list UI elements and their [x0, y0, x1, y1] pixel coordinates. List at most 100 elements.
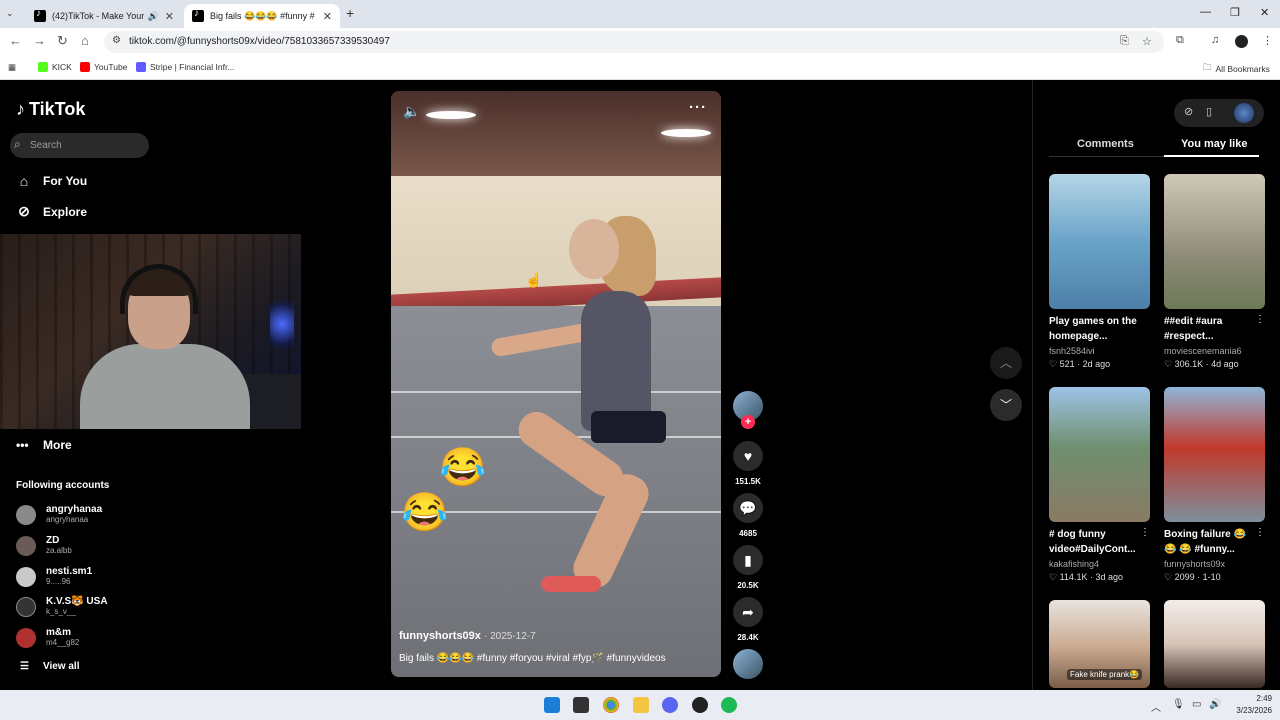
- microphone-icon[interactable]: 🎙: [1172, 699, 1185, 710]
- tab-you-may-like[interactable]: You may like: [1181, 138, 1247, 150]
- video-card[interactable]: [1164, 600, 1265, 688]
- video-card[interactable]: Fake knife prank😂: [1049, 600, 1150, 688]
- browser-menu-icon[interactable]: ⋮: [1262, 34, 1273, 47]
- url-text[interactable]: tiktok.com/@funnyshorts09x/video/7581033…: [129, 36, 390, 47]
- tiktok-logo[interactable]: ♪ TikTok: [16, 99, 85, 120]
- card-more-icon[interactable]: ⋮: [1255, 314, 1265, 325]
- site-info-icon[interactable]: ⚙: [112, 35, 121, 46]
- video-card[interactable]: ##edit #aura #respect... ⋮ moviesceneman…: [1164, 174, 1265, 370]
- card-more-icon[interactable]: ⋮: [1255, 527, 1265, 538]
- new-tab-button[interactable]: +: [346, 5, 354, 21]
- back-icon[interactable]: ←: [9, 33, 22, 48]
- video-thumbnail[interactable]: [1164, 600, 1265, 688]
- avatar: [16, 566, 36, 587]
- previous-video-button[interactable]: ︿: [990, 347, 1022, 379]
- music-disc[interactable]: [733, 649, 763, 679]
- list-icon: ☰: [20, 661, 29, 672]
- card-title[interactable]: Boxing failure 😂 😂 😂 #funny...: [1164, 527, 1254, 557]
- follow-plus-button[interactable]: +: [741, 415, 755, 429]
- system-clock[interactable]: 2:49 3/23/2026: [1228, 693, 1272, 717]
- video-thumbnail[interactable]: [1164, 174, 1265, 309]
- chrome-icon[interactable]: [603, 697, 619, 713]
- profile-avatar[interactable]: [1235, 35, 1248, 48]
- profile-avatar[interactable]: [1234, 103, 1254, 123]
- close-tab-icon[interactable]: ✕: [323, 10, 332, 23]
- save-button[interactable]: ▮ 20.5K: [733, 545, 763, 590]
- discord-icon[interactable]: [662, 697, 678, 713]
- display-icon[interactable]: ▭: [1192, 699, 1201, 710]
- nav-more[interactable]: ••• More: [16, 438, 72, 452]
- comment-button[interactable]: 💬 4685: [733, 493, 763, 538]
- home-icon[interactable]: ⌂: [81, 33, 89, 48]
- video-thumbnail[interactable]: [1049, 174, 1150, 309]
- share-button[interactable]: ➦ 28.4K: [733, 597, 763, 642]
- video-thumbnail[interactable]: [1164, 387, 1265, 522]
- tab-search-icon[interactable]: ⌄: [6, 8, 14, 19]
- search-box[interactable]: ⌕: [10, 133, 149, 158]
- all-bookmarks[interactable]: 🗀 All Bookmarks: [1203, 62, 1270, 76]
- card-title[interactable]: # dog funny video#DailyCont...: [1049, 527, 1139, 557]
- bookmark-youtube[interactable]: YouTube: [80, 62, 127, 72]
- restore-icon[interactable]: ❐: [1230, 6, 1240, 19]
- card-author[interactable]: fsnh2584ivi: [1049, 346, 1150, 356]
- account-item[interactable]: angryhanaa angryhanaa: [16, 504, 102, 525]
- reload-icon[interactable]: ↻: [57, 33, 68, 49]
- apps-grid-icon[interactable]: ▦: [8, 62, 16, 73]
- video-card[interactable]: Boxing failure 😂 😂 😂 #funny... ⋮ funnysh…: [1164, 387, 1265, 583]
- volume-icon[interactable]: 🔈: [403, 103, 420, 120]
- card-author[interactable]: funnyshorts09x: [1164, 559, 1265, 569]
- video-author[interactable]: funnyshorts09x · 2025-12-7: [399, 630, 536, 642]
- author-name[interactable]: funnyshorts09x: [399, 630, 481, 642]
- card-author[interactable]: kakafishing4: [1049, 559, 1150, 569]
- address-bar[interactable]: ⚙ tiktok.com/@funnyshorts09x/video/75810…: [104, 31, 1164, 53]
- extensions-icon[interactable]: ⧉: [1176, 34, 1184, 47]
- audio-icon[interactable]: 🔊: [148, 11, 159, 22]
- video-card[interactable]: Play games on the homepage... fsnh2584iv…: [1049, 174, 1150, 370]
- tab-comments[interactable]: Comments: [1077, 138, 1134, 150]
- nav-explore[interactable]: ⊘ Explore: [16, 203, 87, 220]
- task-view-icon[interactable]: [573, 697, 589, 713]
- install-app-icon[interactable]: ⎘: [1120, 35, 1129, 48]
- nav-label: More: [43, 438, 72, 452]
- minimize-icon[interactable]: —: [1200, 6, 1211, 18]
- account-item[interactable]: nesti.sm1 9.....96: [16, 566, 92, 587]
- thumbnail-caption: Fake knife prank😂: [1067, 669, 1143, 680]
- windows-start-icon[interactable]: [544, 697, 560, 713]
- bookmark-stripe[interactable]: Stripe | Financial Infr...: [136, 62, 234, 72]
- account-item[interactable]: ZD za.albb: [16, 535, 72, 556]
- tray-overflow-icon[interactable]: ︿: [1151, 699, 1161, 714]
- kick-icon: [38, 62, 48, 72]
- video-thumbnail[interactable]: Fake knife prank😂: [1049, 600, 1150, 688]
- search-input[interactable]: [28, 137, 143, 154]
- video-card[interactable]: # dog funny video#DailyCont... ⋮ kakafis…: [1049, 387, 1150, 583]
- video-player[interactable]: 😂 😂 🔈 ··· funnyshorts09x · 2025-12-7 Big…: [391, 91, 721, 677]
- media-control-icon[interactable]: ♫: [1211, 34, 1219, 46]
- device-icon[interactable]: ▯: [1206, 105, 1212, 118]
- close-tab-icon[interactable]: ✕: [165, 10, 174, 23]
- file-explorer-icon[interactable]: [633, 697, 649, 713]
- view-all-button[interactable]: ☰ View all: [20, 661, 79, 672]
- tab-title: Big fails 😂😂😂 #funny #: [210, 10, 315, 21]
- nav-for-you[interactable]: ⌂ For You: [16, 173, 87, 189]
- account-item[interactable]: K.V.S🐯 USA k_s_v__: [16, 596, 108, 617]
- card-title[interactable]: ##edit #aura #respect...: [1164, 314, 1254, 344]
- account-item[interactable]: m&m m4__g82: [16, 627, 79, 648]
- spotify-icon[interactable]: [721, 697, 737, 713]
- video-thumbnail[interactable]: [1049, 387, 1150, 522]
- app-icon[interactable]: [692, 697, 708, 713]
- card-title[interactable]: Play games on the homepage...: [1049, 314, 1139, 344]
- video-more-icon[interactable]: ···: [689, 99, 707, 116]
- like-count: 151.5K: [735, 477, 761, 486]
- bookmark-star-icon[interactable]: ☆: [1142, 35, 1152, 48]
- card-author[interactable]: moviescenemania6: [1164, 346, 1265, 356]
- compass-icon[interactable]: ⊘: [1184, 105, 1193, 118]
- browser-tab-1[interactable]: (42)TikTok - Make Your Day 🔊 ✕: [26, 4, 182, 28]
- next-video-button[interactable]: ﹀: [990, 389, 1022, 421]
- like-button[interactable]: ♥ 151.5K: [733, 441, 763, 486]
- forward-icon[interactable]: →: [33, 33, 46, 48]
- speaker-icon[interactable]: 🔊: [1209, 699, 1221, 710]
- bookmark-kick[interactable]: KICK: [38, 62, 72, 72]
- browser-tab-2[interactable]: Big fails 😂😂😂 #funny # ✕: [184, 4, 340, 28]
- close-window-icon[interactable]: ✕: [1260, 6, 1269, 19]
- card-more-icon[interactable]: ⋮: [1140, 527, 1150, 538]
